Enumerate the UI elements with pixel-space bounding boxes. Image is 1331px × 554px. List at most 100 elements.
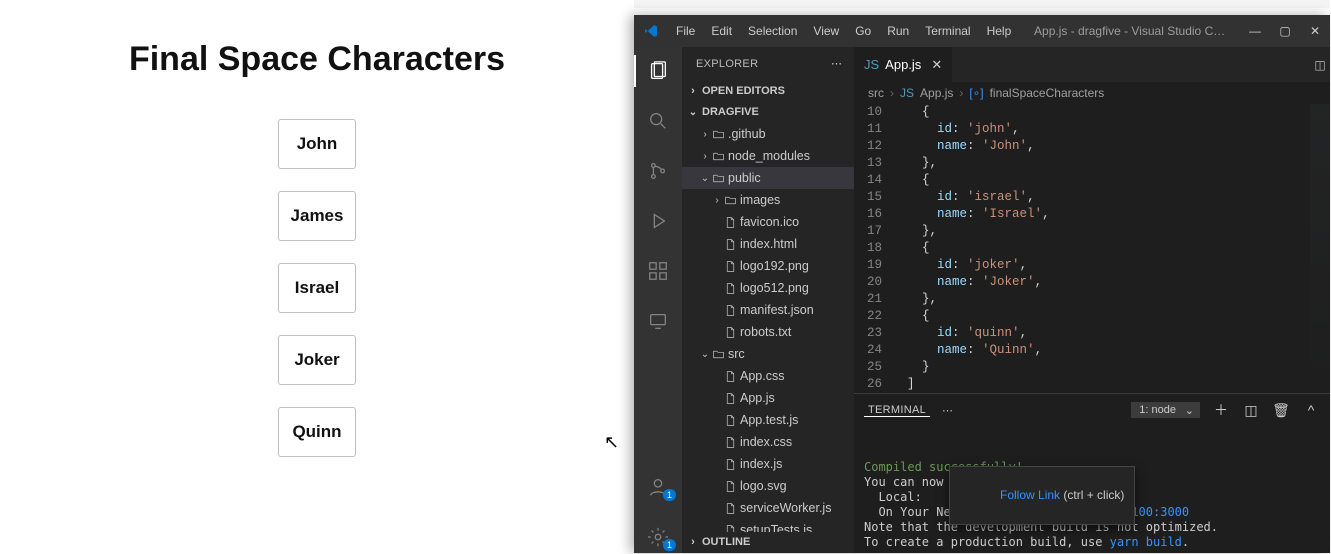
file-icon <box>722 326 738 339</box>
file-icon <box>722 216 738 229</box>
explorer-title: EXPLORER <box>696 58 758 70</box>
tree-file[interactable]: index.css <box>682 431 854 453</box>
terminal-split-icon[interactable]: ◫ <box>1242 402 1260 419</box>
breadcrumb-item[interactable]: App.js <box>920 86 953 100</box>
explorer-more-icon[interactable]: ⋯ <box>831 57 844 70</box>
tree-file[interactable]: serviceWorker.js <box>682 497 854 519</box>
code-editor[interactable]: 10 11 12 13 14 15 16 17 18 19 20 21 22 2… <box>854 104 1330 393</box>
panel-header: TERMINAL ⋯ 1: node ＋ ◫ 🗑 ^ <box>854 394 1330 426</box>
activity-source-control-icon[interactable] <box>634 155 682 187</box>
character-card[interactable]: James <box>278 191 356 241</box>
terminal-kill-icon[interactable]: 🗑 <box>1272 402 1290 419</box>
panel-more-icon[interactable]: ⋯ <box>942 404 955 417</box>
cursor-icon: ↖ <box>604 432 619 453</box>
editor-tabs: JS App.js ✕ ◫ <box>854 47 1330 82</box>
menu-go[interactable]: Go <box>847 24 879 38</box>
tree-file[interactable]: robots.txt <box>682 321 854 343</box>
js-file-icon: JS <box>864 57 879 72</box>
panel-tab-terminal[interactable]: TERMINAL <box>864 404 930 417</box>
tree-file[interactable]: logo192.png <box>682 255 854 277</box>
menu-help[interactable]: Help <box>979 24 1020 38</box>
activity-search-icon[interactable] <box>634 105 682 137</box>
menu-view[interactable]: View <box>805 24 847 38</box>
folder-icon <box>710 128 726 141</box>
activity-accounts-icon[interactable]: 1 <box>634 471 682 503</box>
file-icon <box>722 282 738 295</box>
terminal-new-icon[interactable]: ＋ <box>1212 400 1230 420</box>
activity-remote-icon[interactable] <box>634 305 682 337</box>
background-window-edge <box>634 0 1330 8</box>
tree-file[interactable]: App.js <box>682 387 854 409</box>
character-card[interactable]: Israel <box>278 263 356 313</box>
menu-selection[interactable]: Selection <box>740 24 805 38</box>
chevron-right-icon: › <box>959 86 963 100</box>
tree-file[interactable]: index.html <box>682 233 854 255</box>
tree-folder[interactable]: images <box>682 189 854 211</box>
activity-bar: 1 1 <box>634 47 682 553</box>
code-content[interactable]: { id: 'john', name: 'John', }, { id: 'is… <box>892 104 1330 393</box>
tree-folder[interactable]: src <box>682 343 854 365</box>
tooltip-link-text: Follow Link <box>1000 488 1060 502</box>
tree-file[interactable]: manifest.json <box>682 299 854 321</box>
window-maximize-button[interactable]: ▢ <box>1270 24 1300 38</box>
tree-item-label: serviceWorker.js <box>738 501 831 515</box>
tab-app-js[interactable]: JS App.js ✕ <box>854 47 953 82</box>
terminal-dropdown[interactable]: 1: node <box>1131 402 1200 418</box>
open-editors-section[interactable]: OPEN EDITORS <box>682 80 854 101</box>
tree-file[interactable]: setupTests.is <box>682 519 854 531</box>
outline-label: OUTLINE <box>702 536 750 548</box>
folder-icon <box>710 172 726 185</box>
breadcrumb-item[interactable]: src <box>868 86 884 100</box>
menu-edit[interactable]: Edit <box>703 24 740 38</box>
minimap[interactable] <box>1310 104 1330 393</box>
file-icon <box>722 458 738 471</box>
explorer-header: EXPLORER ⋯ <box>682 47 854 80</box>
split-editor-icon[interactable]: ◫ <box>1310 47 1330 82</box>
tree-file[interactable]: logo.svg <box>682 475 854 497</box>
tree-folder[interactable]: public <box>682 167 854 189</box>
chevron-up-icon[interactable]: ^ <box>1302 402 1320 418</box>
tree-file[interactable]: App.css <box>682 365 854 387</box>
character-card[interactable]: Quinn <box>278 407 356 457</box>
folder-icon <box>722 194 738 207</box>
menubar: FileEditSelectionViewGoRunTerminalHelp A… <box>634 15 1330 47</box>
tree-item-label: index.css <box>738 435 792 449</box>
activity-extensions-icon[interactable] <box>634 255 682 287</box>
tab-close-icon[interactable]: ✕ <box>931 57 942 73</box>
chevron-right-icon <box>688 85 698 97</box>
activity-settings-icon[interactable]: 1 <box>634 521 682 553</box>
tree-item-label: App.js <box>738 391 775 405</box>
project-section[interactable]: DRAGFIVE <box>682 102 854 123</box>
tree-file[interactable]: favicon.ico <box>682 211 854 233</box>
terminal-content[interactable]: Compiled successfully!You can now view d… <box>854 426 1330 553</box>
tree-file[interactable]: index.js <box>682 453 854 475</box>
menu-terminal[interactable]: Terminal <box>917 24 978 38</box>
window-minimize-button[interactable]: — <box>1240 24 1270 38</box>
folder-icon <box>710 348 726 361</box>
browser-window: Final Space Characters JohnJamesIsraelJo… <box>0 0 634 554</box>
tree-item-label: index.html <box>738 237 797 251</box>
tree-item-label: images <box>738 193 780 207</box>
menu-file[interactable]: File <box>668 24 703 38</box>
character-card[interactable]: John <box>278 119 356 169</box>
menu-run[interactable]: Run <box>879 24 917 38</box>
breadcrumbs[interactable]: src › JS App.js › [∘] finalSpaceCharacte… <box>854 82 1330 104</box>
tree-folder[interactable]: .github <box>682 123 854 145</box>
activity-debug-icon[interactable] <box>634 205 682 237</box>
breadcrumb-item[interactable]: finalSpaceCharacters <box>990 86 1105 100</box>
chevron-right-icon <box>700 129 710 140</box>
tree-item-label: manifest.json <box>738 303 814 317</box>
window-close-button[interactable]: ✕ <box>1300 24 1330 38</box>
tree-file[interactable]: logo512.png <box>682 277 854 299</box>
outline-section[interactable]: OUTLINE <box>682 532 854 553</box>
tree-file[interactable]: App.test.js <box>682 409 854 431</box>
tree-folder[interactable]: node_modules <box>682 145 854 167</box>
activity-explorer-icon[interactable] <box>634 55 682 87</box>
character-card[interactable]: Joker <box>278 335 356 385</box>
chevron-down-icon <box>700 349 710 360</box>
file-icon <box>722 260 738 273</box>
tree-item-label: node_modules <box>726 149 810 163</box>
file-icon <box>722 480 738 493</box>
tree-item-label: logo192.png <box>738 259 809 273</box>
file-icon <box>722 392 738 405</box>
